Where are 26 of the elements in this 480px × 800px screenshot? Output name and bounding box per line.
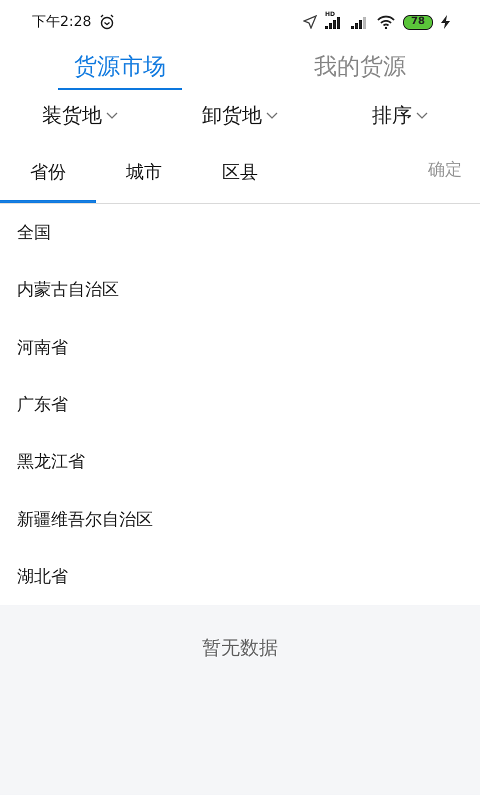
battery-icon: 78 [403, 14, 433, 30]
filter-dropdown[interactable]: 排序 [320, 100, 480, 130]
signal-icon [325, 15, 343, 29]
region-item[interactable]: 内蒙古自治区 [0, 261, 480, 319]
empty-text: 暂无数据 [202, 636, 278, 662]
alarm-clock-icon [99, 14, 116, 30]
chevron-down-icon [106, 112, 118, 118]
region-tab[interactable]: 城市 [96, 143, 192, 203]
wifi-icon [377, 15, 395, 29]
region-item[interactable]: 广东省 [0, 376, 480, 434]
filter-dropdown[interactable]: 卸货地 [160, 100, 320, 130]
region-item[interactable]: 黑龙江省 [0, 433, 480, 490]
chevron-down-icon [266, 112, 278, 118]
filter-dropdown[interactable]: 装货地 [0, 100, 160, 130]
region-item[interactable]: 湖北省 [0, 548, 480, 606]
main-tab[interactable]: 货源市场 [0, 44, 240, 90]
signal-icon [351, 15, 369, 29]
status-time: 下午2:28 [32, 13, 92, 31]
chevron-down-icon [416, 112, 428, 118]
region-item[interactable]: 全国 [0, 204, 480, 262]
region-tab[interactable]: 区县 [192, 143, 288, 203]
region-item[interactable]: 新疆维吾尔自治区 [0, 490, 480, 548]
charging-bolt-icon [441, 15, 450, 29]
location-arrow-icon [303, 15, 317, 29]
region-tab[interactable]: 省份 [0, 143, 96, 203]
region-item[interactable]: 河南省 [0, 318, 480, 376]
